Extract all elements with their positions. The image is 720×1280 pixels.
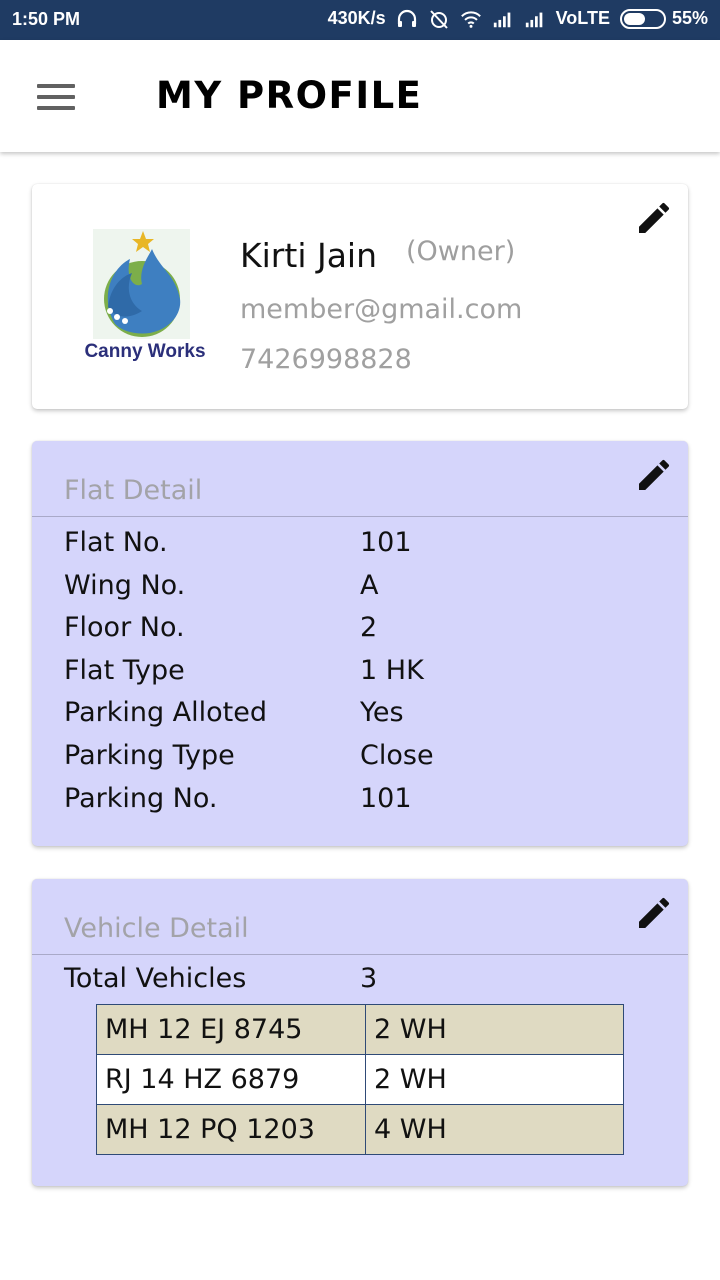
app-bar: MY PROFILE	[0, 40, 720, 152]
profile-card: Canny Works Kirti Jain (Owner) member@gm…	[32, 184, 688, 409]
detail-value: 101	[360, 782, 412, 814]
battery: 55%	[619, 8, 708, 29]
vehicle-detail-card: Vehicle Detail Total Vehicles 3 MH 12 EJ…	[32, 879, 688, 1186]
detail-value: 1 HK	[360, 654, 424, 686]
vehicle-row: MH 12 EJ 8745 2 WH	[96, 1004, 624, 1055]
detail-label: Flat Type	[64, 654, 185, 686]
vehicle-number: MH 12 PQ 1203	[96, 1104, 366, 1155]
vehicle-detail-title: Vehicle Detail	[64, 913, 249, 944]
hamburger-icon[interactable]	[37, 84, 75, 110]
logo: Canny Works	[80, 229, 210, 364]
wifi-icon	[460, 10, 481, 28]
network-type: VoLTE	[555, 8, 610, 28]
total-vehicles-row: Total Vehicles 3	[64, 963, 464, 999]
vehicle-number: MH 12 EJ 8745	[96, 1004, 366, 1055]
vehicle-row: RJ 14 HZ 6879 2 WH	[96, 1054, 624, 1105]
detail-label: Wing No.	[64, 569, 186, 601]
edit-vehicle-button[interactable]	[634, 893, 674, 933]
vehicle-type: 2 WH	[365, 1054, 624, 1105]
detail-value: A	[360, 569, 379, 601]
detail-label: Parking No.	[64, 782, 218, 814]
vehicle-number: RJ 14 HZ 6879	[96, 1054, 366, 1105]
divider	[32, 954, 688, 955]
vehicle-table: MH 12 EJ 8745 2 WH RJ 14 HZ 6879 2 WH MH…	[96, 1004, 624, 1155]
status-icons: 430K/s VoLTE 55%	[328, 8, 708, 29]
divider	[32, 516, 688, 517]
detail-value: Close	[360, 739, 434, 771]
status-time: 1:50 PM	[12, 9, 81, 29]
vehicle-type: 2 WH	[365, 1004, 624, 1055]
detail-label: Floor No.	[64, 612, 185, 644]
flat-detail-card: Flat Detail Flat No. 101 Wing No. A Floor …	[32, 441, 688, 846]
alarm-off-icon	[429, 9, 448, 29]
profile-name: Kirti Jain	[240, 236, 378, 275]
page-title: MY PROFILE	[156, 74, 423, 117]
detail-value: 2	[360, 612, 378, 644]
battery-level	[623, 12, 645, 25]
total-vehicles-label: Total Vehicles	[64, 963, 247, 994]
logo-text: Canny Works	[84, 341, 206, 362]
edit-profile-button[interactable]	[634, 198, 674, 238]
vehicle-type: 4 WH	[365, 1104, 624, 1155]
detail-label: Parking Alloted	[64, 697, 268, 729]
canny-works-logo-icon	[93, 229, 190, 339]
detail-label: Parking Type	[64, 739, 235, 771]
pencil-icon	[639, 459, 670, 490]
total-vehicles-value: 3	[360, 963, 378, 994]
signal-icon	[493, 12, 510, 27]
detail-value: Yes	[360, 697, 404, 729]
edit-flat-button[interactable]	[634, 455, 674, 495]
pencil-icon	[639, 897, 670, 928]
pencil-icon	[639, 202, 670, 233]
detail-value: 101	[360, 527, 412, 558]
vehicle-row: MH 12 PQ 1203 4 WH	[96, 1104, 624, 1155]
network-speed: 430K/s	[327, 8, 386, 28]
status-bar: 1:50 PM 430K/s VoLTE 55%	[0, 0, 720, 40]
battery-percent: 55%	[671, 8, 708, 28]
battery-icon	[619, 8, 666, 29]
signal-icon-2	[525, 12, 542, 27]
detail-label: Flat No.	[64, 527, 168, 558]
profile-role: (Owner)	[406, 236, 516, 267]
flat-detail-title: Flat Detail	[64, 475, 203, 506]
profile-email: member@gmail.com	[240, 294, 523, 325]
headset-icon	[397, 9, 416, 27]
profile-phone: 7426998828	[240, 344, 412, 375]
